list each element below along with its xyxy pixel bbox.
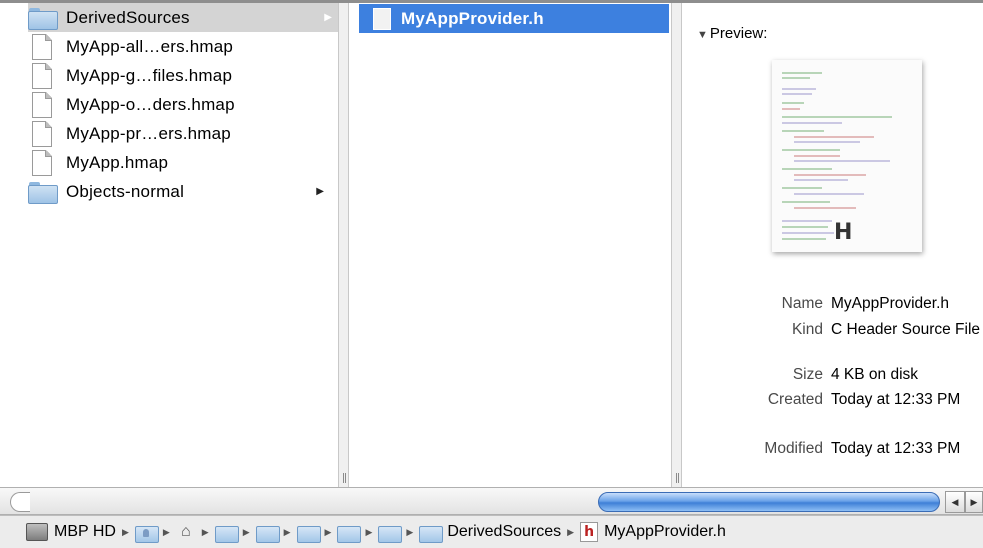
info-value: Today at 12:33 PM [831, 391, 961, 408]
path-item-derivedsources[interactable]: DerivedSources [419, 523, 562, 543]
folder-icon [337, 524, 362, 543]
list-item[interactable]: MyApp-g…files.hmap [28, 61, 330, 90]
list-item-myappprovider[interactable]: MyAppProvider.h [359, 4, 669, 33]
resize-grip[interactable] [676, 473, 679, 483]
folder-icon [419, 524, 444, 543]
item-label: DerivedSources [66, 7, 190, 27]
path-item-folder[interactable] [378, 524, 403, 543]
path-item-folder[interactable] [337, 524, 362, 543]
path-bar: MBP HD ▶ ▶ ⌂ ▶ ▶ ▶ ▶ ▶ ▶ DerivedSources … [0, 515, 983, 548]
preview-pane: ▼ Preview: H Name MyAppProvider.h Kind C… [682, 3, 983, 487]
path-separator-icon: ▶ [406, 526, 414, 537]
item-label: MyApp-g…files.hmap [66, 65, 233, 85]
folder-icon [378, 524, 403, 543]
item-label: MyApp.hmap [66, 152, 169, 172]
header-file-icon [373, 7, 391, 30]
resize-grip[interactable] [343, 473, 346, 483]
header-file-badge: H [834, 220, 853, 245]
list-item[interactable]: MyApp-all…ers.hmap [28, 32, 330, 61]
column-divider[interactable] [671, 3, 682, 487]
document-icon [32, 91, 52, 118]
item-label: MyAppProvider.h [401, 8, 544, 28]
header-file-icon: h [580, 522, 599, 542]
folder-icon [296, 524, 321, 543]
path-item-home[interactable]: ⌂ [176, 523, 196, 541]
scroll-right-button[interactable]: ▶ [965, 491, 983, 513]
list-item[interactable]: MyApp-pr…ers.hmap [28, 119, 330, 148]
path-separator-icon: ▶ [201, 526, 209, 537]
info-value: C Header Source File [831, 321, 981, 338]
info-value: Today at 12:33 PM [831, 440, 961, 457]
list-item[interactable]: MyApp-o…ders.hmap [28, 90, 330, 119]
item-label: MyApp-all…ers.hmap [66, 36, 234, 56]
list-item-objects-normal[interactable]: Objects-normal ▶ [28, 177, 330, 206]
preview-heading-label: Preview: [709, 25, 768, 42]
path-root-label: MBP HD [54, 523, 116, 540]
disclosure-arrow-icon: ▶ [324, 12, 332, 23]
info-value: 4 KB on disk [831, 366, 919, 383]
browser-column-2[interactable]: MyAppProvider.h [349, 3, 671, 487]
info-key: Modified [764, 440, 823, 457]
folder-icon [28, 181, 58, 204]
path-separator-icon: ▶ [283, 526, 291, 537]
browser-column-1[interactable]: DerivedSources ▶ MyApp-all…ers.hmap MyAp… [0, 3, 338, 487]
document-icon [32, 33, 52, 60]
folder-icon [28, 7, 58, 30]
path-separator-icon: ▶ [567, 526, 575, 537]
preview-heading[interactable]: ▼ Preview: [697, 25, 767, 42]
path-item-disk[interactable]: MBP HD [26, 523, 116, 541]
disclosure-arrow-icon: ▶ [316, 186, 324, 197]
item-label: MyApp-o…ders.hmap [66, 94, 235, 114]
path-item-file[interactable]: h MyAppProvider.h [580, 522, 726, 542]
path-item-folder[interactable] [214, 524, 239, 543]
list-item[interactable]: MyApp.hmap [28, 148, 330, 177]
path-folder-label: DerivedSources [447, 523, 562, 540]
scroll-left-button[interactable]: ◀ [945, 491, 965, 513]
path-separator-icon: ▶ [121, 526, 129, 537]
info-key: Kind [791, 321, 823, 338]
horizontal-scrollbar[interactable]: ◀ ▶ [0, 487, 983, 515]
hard-disk-icon [26, 523, 48, 541]
info-value: MyAppProvider.h [831, 295, 950, 312]
documents-folder-icon [214, 524, 239, 543]
document-icon [32, 149, 52, 176]
path-item-users[interactable] [134, 524, 159, 543]
info-key: Name [781, 295, 823, 312]
document-icon [32, 120, 52, 147]
users-folder-icon [134, 524, 159, 543]
path-separator-icon: ▶ [324, 526, 332, 537]
home-icon: ⌂ [180, 523, 191, 540]
path-item-folder[interactable] [255, 524, 280, 543]
path-separator-icon: ▶ [162, 526, 170, 537]
info-key: Size [792, 366, 823, 383]
column-divider[interactable] [338, 3, 349, 487]
path-separator-icon: ▶ [365, 526, 373, 537]
info-key: Created [767, 391, 823, 408]
file-preview-thumbnail: H [772, 60, 922, 252]
item-label: MyApp-pr…ers.hmap [66, 123, 231, 143]
path-file-label: MyAppProvider.h [604, 523, 726, 540]
scrollbar-track-end [10, 492, 30, 512]
list-item-derivedsources[interactable]: DerivedSources ▶ [28, 3, 338, 32]
path-separator-icon: ▶ [242, 526, 250, 537]
disclosure-triangle-icon: ▼ [697, 29, 708, 41]
document-icon [32, 62, 52, 89]
item-label: Objects-normal [66, 181, 185, 201]
path-item-folder[interactable] [296, 524, 321, 543]
folder-icon [255, 524, 280, 543]
scrollbar-thumb[interactable] [598, 492, 940, 512]
